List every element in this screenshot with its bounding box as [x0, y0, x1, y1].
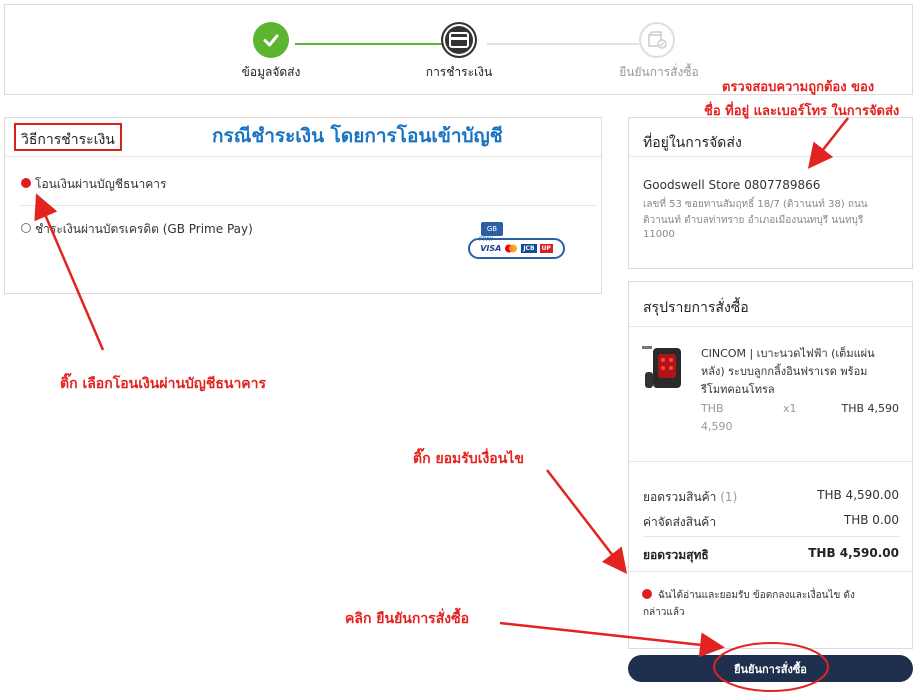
- jcb-icon: JCB: [521, 244, 537, 253]
- mastercard-icon: [505, 244, 518, 253]
- terms-checkbox[interactable]: [642, 589, 652, 599]
- step-shipping-check-icon[interactable]: [253, 22, 289, 58]
- product-name-line-1[interactable]: CINCOM | เบาะนวดไฟฟ้า (เต็มแผ่น: [701, 344, 875, 362]
- product-line-total: THB 4,590: [841, 402, 899, 415]
- product-quantity: x1: [783, 402, 797, 415]
- terms-text-line-1[interactable]: ฉันได้อ่านและยอมรับ ข้อตกลงและเงื่อนไข ด…: [658, 588, 855, 603]
- address-line-1: เลขที่ 53 ซอยทานสัมฤทธิ์ 18/7 (ติวานนท์ …: [643, 199, 868, 210]
- annotation-heading: กรณีชำระเงิน โดยการโอนเข้าบัญชี: [212, 125, 503, 147]
- step-label-shipping[interactable]: ข้อมูลจัดส่ง: [201, 63, 341, 82]
- order-summary-panel: สรุปรายการสั่งซื้อ CINCOM | เบาะนวดไฟฟ้า…: [628, 281, 913, 649]
- payment-divider: [5, 156, 603, 157]
- step-label-confirm[interactable]: ยืนยันการสั่งซื้อ: [589, 63, 729, 82]
- shipping-value: THB 0.00: [843, 513, 899, 527]
- step-payment-card-icon[interactable]: [441, 22, 477, 58]
- terms-text-line-2: กล่าวแล้ว: [643, 607, 685, 618]
- address-line-3: 11000: [643, 229, 675, 240]
- shipping-label: ค่าจัดส่งสินค้า: [643, 515, 717, 529]
- address-divider: [629, 156, 912, 157]
- subtotal-count: (1): [720, 490, 738, 504]
- step-label-payment[interactable]: การชำระเงิน: [389, 63, 529, 82]
- subtotal-label: ยอดรวมสินค้า: [643, 490, 717, 504]
- net-total-value: THB 4,590.00: [808, 546, 899, 560]
- option-divider: [19, 205, 597, 206]
- product-image: [641, 344, 687, 394]
- address-title: ที่อยู่ในการจัดส่ง: [643, 135, 742, 151]
- annotation-check-address-2: ชื่อ ที่อยู่ และเบอร์โทร ในการจัดส่ง: [704, 104, 900, 119]
- subtotal-row: ยอดรวมสินค้า (1) THB 4,590.00: [643, 488, 899, 507]
- radio-credit-card[interactable]: [21, 223, 31, 233]
- arrow-to-terms: [546, 469, 628, 574]
- option-bank-transfer-label[interactable]: โอนเงินผ่านบัญชีธนาคาร: [35, 175, 166, 194]
- annotation-click-confirm: คลิก ยืนยันการสั่งซื้อ: [345, 611, 469, 627]
- summary-title: สรุปรายการสั่งซื้อ: [643, 300, 749, 316]
- card-brands-badge: VISA JCB UP: [468, 238, 565, 259]
- product-name-line-2[interactable]: หลัง) ระบบลูกกลิ้งอินฟราเรด พร้อม: [701, 362, 867, 380]
- terms-divider: [629, 571, 912, 572]
- summary-divider: [629, 326, 912, 327]
- step-connector-done: [295, 43, 443, 45]
- visa-icon: VISA: [480, 244, 502, 253]
- confirm-order-button[interactable]: ยืนยันการสั่งซื้อ: [628, 655, 913, 682]
- product-unit-price-currency: THB: [701, 402, 724, 415]
- step-connector-pending: [487, 43, 639, 45]
- product-name-line-3[interactable]: รีโมทคอนโทรล: [701, 380, 775, 398]
- radio-bank-transfer[interactable]: [21, 178, 31, 188]
- net-total-label: ยอดรวมสุทธิ: [643, 548, 709, 562]
- annotation-check-address-1: ตรวจสอบความถูกต้อง ของ: [722, 80, 875, 95]
- net-divider: [643, 536, 900, 537]
- shipping-address-panel: ที่อยู่ในการจัดส่ง Goodswell Store 08077…: [628, 117, 913, 269]
- payment-method-title: วิธีการชำระเงิน: [14, 123, 122, 151]
- unionpay-icon: UP: [539, 244, 553, 253]
- option-credit-card-label[interactable]: ชำระเงินผ่านบัตรเครดิต (GB Prime Pay): [35, 220, 253, 239]
- gb-prime-pay-logo: GB: [481, 222, 503, 236]
- net-total-row: ยอดรวมสุทธิ THB 4,590.00: [643, 546, 899, 565]
- address-line-2: ติวานนท์ ตำบลท่าทราย อำเภอเมืองนนทบุรี น…: [643, 215, 864, 226]
- step-confirm-box-icon[interactable]: [639, 22, 675, 58]
- address-name-phone: Goodswell Store 0807789866: [643, 178, 821, 192]
- annotation-tick-bank: ติ๊ก เลือกโอนเงินผ่านบัญชีธนาคาร: [60, 376, 267, 392]
- subtotal-value: THB 4,590.00: [817, 488, 899, 502]
- annotation-tick-terms: ติ๊ก ยอมรับเงื่อนไข: [413, 451, 524, 467]
- shipping-row: ค่าจัดส่งสินค้า THB 0.00: [643, 513, 899, 532]
- product-unit-price-value: 4,590: [701, 420, 733, 433]
- items-divider: [629, 461, 912, 462]
